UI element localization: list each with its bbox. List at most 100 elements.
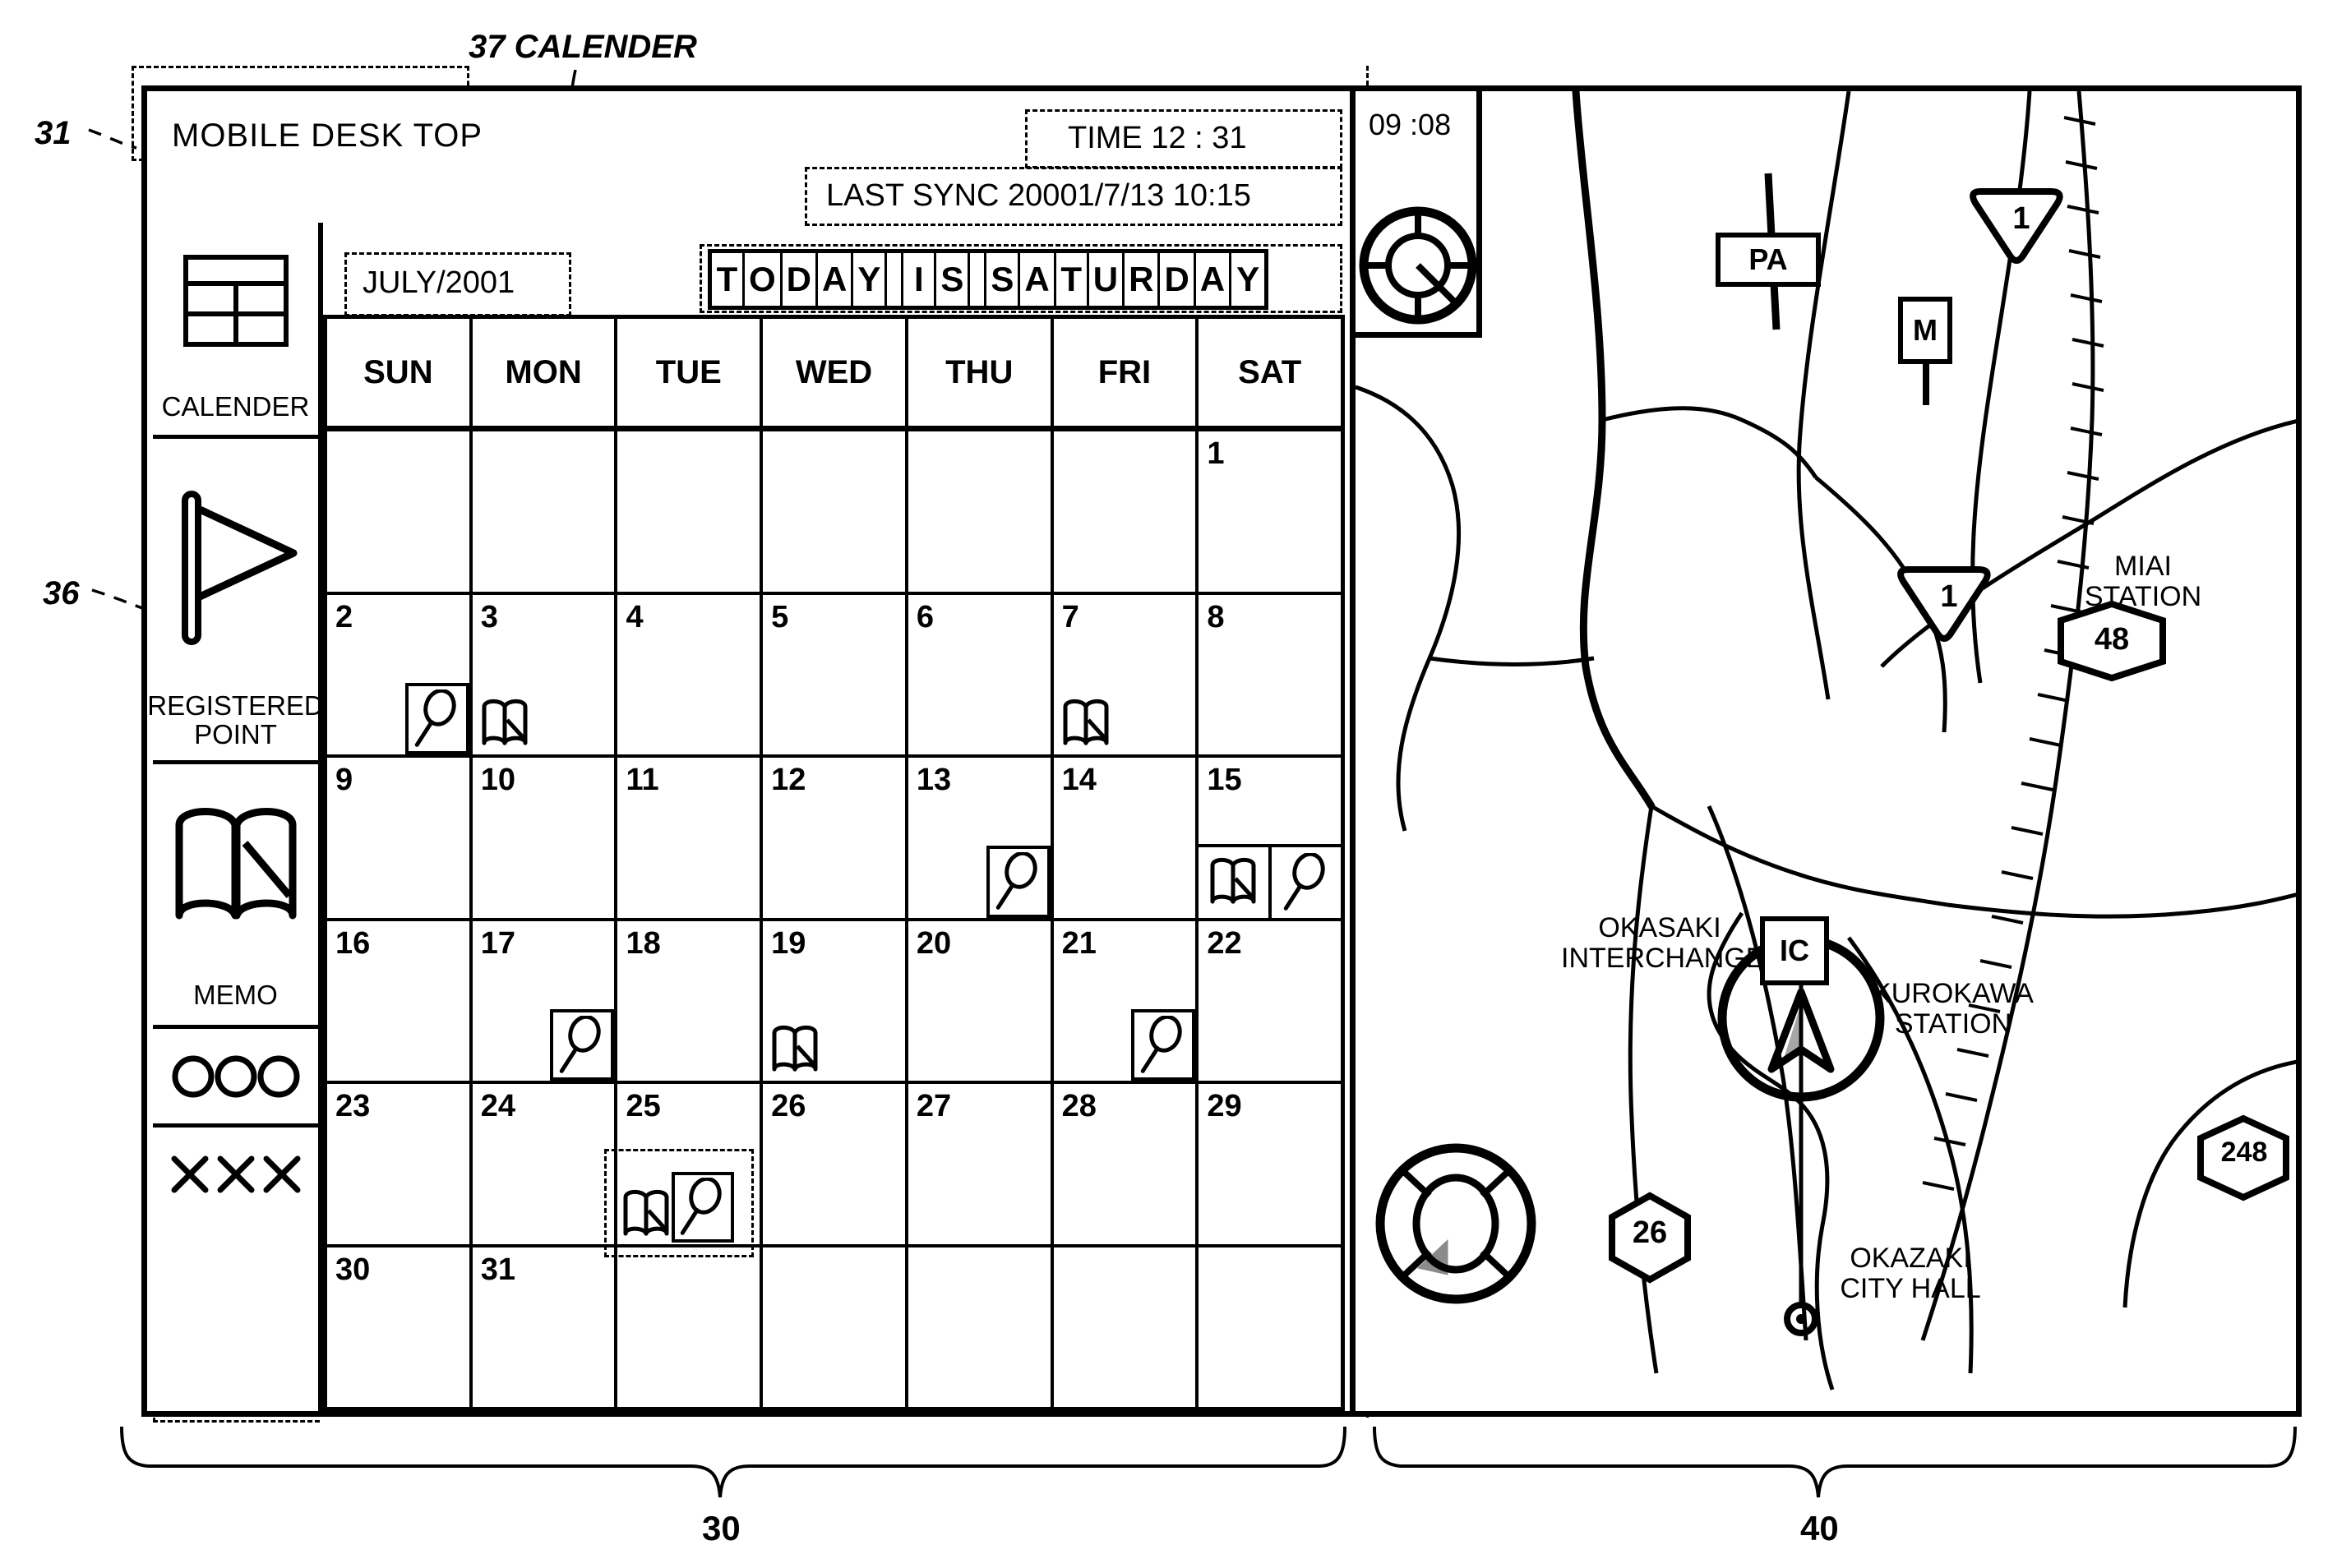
today-banner-char-13: R <box>1125 253 1161 306</box>
calendar-day-cell-23[interactable]: 23 <box>327 1084 473 1244</box>
calendar-week-row: 9 10 11 12 13 14 15 <box>327 758 1342 921</box>
map-pane[interactable]: 09 :08 PA M IC OKASAKI INTERCHANGE KUROK… <box>1356 91 2302 1411</box>
today-banner-char-10: A <box>1020 253 1056 306</box>
sidebar-item-registered-point[interactable] <box>153 435 318 681</box>
day-icon-flag-pennant-icon[interactable] <box>1131 1008 1196 1081</box>
calendar-day-cell-empty <box>908 1247 1054 1407</box>
calendar-day-cell-25[interactable]: 25 <box>604 1084 764 1257</box>
flag-pennant-icon <box>995 852 1037 911</box>
sidebar-item-circles[interactable] <box>153 1025 318 1123</box>
calendar-day-cell-12[interactable]: 12 <box>763 758 908 918</box>
sidebar-item-label-calender: CALENDER <box>161 390 310 422</box>
sidebar-label-memo-wrap: MEMO <box>153 966 318 1025</box>
day25-icon-group[interactable] <box>621 1172 735 1243</box>
calendar-day-cell-10[interactable]: 10 <box>473 758 618 918</box>
day-icon-group[interactable] <box>1131 1008 1196 1081</box>
today-banner-char-1: O <box>745 253 783 306</box>
calender-area[interactable]: SUN MON TUE WED THU FRI SAT 12 3 4567 8 9 10 11 12… <box>323 315 1345 1411</box>
calendar-day-cell-6[interactable]: 6 <box>908 594 1054 754</box>
calendar-day-cell-21[interactable]: 21 <box>1054 920 1199 1081</box>
day15-icon-group[interactable] <box>1199 843 1342 918</box>
calendar-week-row: 16 17 18 19 20 21 22 <box>327 920 1341 1084</box>
miai-station-label: MIAI STATION <box>2061 551 2225 611</box>
day-icon-open-book-memo-icon[interactable] <box>769 1022 820 1077</box>
day-icon-open-book-memo-icon[interactable] <box>1060 695 1111 751</box>
calendar-day-number: 20 <box>916 925 952 961</box>
route-shield-1-lower-label: 1 <box>1940 579 1958 614</box>
calendar-weekday-fri: FRI <box>1054 319 1199 426</box>
day-icon-flag-pennant-icon[interactable] <box>672 1172 735 1243</box>
ic-sign[interactable]: IC <box>1760 916 1829 985</box>
day-icon-open-book-memo-icon[interactable] <box>479 695 530 751</box>
day-icon-open-book-memo-icon[interactable] <box>1199 846 1272 918</box>
calendar-week-row: 30 31 <box>327 1247 1341 1407</box>
day-icon-flag-pennant-icon[interactable] <box>404 682 469 754</box>
calendar-day-cell-3[interactable]: 3 <box>473 594 618 754</box>
m-sign[interactable]: M <box>1898 297 1952 364</box>
calendar-weekday-sat: SAT <box>1238 353 1302 390</box>
calendar-day-number: 4 <box>626 599 644 634</box>
leader-31: 31 <box>35 115 72 151</box>
calendar-day-cell-17[interactable]: 17 <box>473 920 618 1081</box>
calendar-day-cell-20[interactable]: 20 <box>908 920 1054 1081</box>
calendar-day-cell-31[interactable]: 31 <box>473 1247 618 1407</box>
calendar-day-number: 21 <box>1061 925 1097 961</box>
leader-37-calender: 37 CALENDER <box>469 29 697 65</box>
month-label[interactable]: JULY/2001 <box>363 265 515 301</box>
calendar-day-cell-18[interactable]: 18 <box>617 920 764 1081</box>
calendar-day-cell-2[interactable]: 2 <box>327 594 473 754</box>
day-icon-group[interactable] <box>1060 695 1111 751</box>
calendar-day-cell-1[interactable]: 1 <box>1199 431 1341 592</box>
calendar-day-cell-5[interactable]: 5 <box>763 594 908 754</box>
day-icon-flag-pennant-icon[interactable] <box>1272 847 1341 918</box>
calendar-day-cell-4[interactable]: 4 <box>617 594 764 754</box>
day-icon-flag-pennant-icon[interactable] <box>986 846 1051 918</box>
m-sign-label: M <box>1913 313 1938 347</box>
calendar-week-row: 1 <box>327 431 1341 595</box>
sidebar-label-calender-wrap: CALENDER <box>153 379 318 435</box>
sidebar-item-memo[interactable] <box>153 760 318 966</box>
route-shield-26-label: 26 <box>1632 1215 1668 1250</box>
calendar-day-cell-19[interactable]: 19 <box>763 920 908 1081</box>
calendar-week-row: 2 3 4 5 6 7 8 <box>327 594 1341 758</box>
calendar-day-cell-27[interactable]: 27 <box>908 1084 1054 1244</box>
calendar-day-cell-14[interactable]: 14 <box>1054 758 1199 918</box>
day-icon-group[interactable] <box>404 682 469 754</box>
calendar-day-cell-empty <box>327 431 473 592</box>
calendar-day-cell-11[interactable]: 11 <box>617 758 764 918</box>
okasaki-interchange-label: OKASAKI INTERCHANGE <box>1561 913 1764 973</box>
calendar-grid-icon <box>182 255 289 347</box>
calendar-day-cell-8[interactable]: 8 <box>1199 595 1341 755</box>
calendar-day-cell-13[interactable]: 13 <box>908 758 1054 918</box>
nav-hud-panel: 09 :08 <box>1356 91 1482 338</box>
calendar-weekday-header: SUN MON TUE WED THU FRI SAT <box>327 319 1341 431</box>
sidebar-item-calender[interactable] <box>153 223 318 379</box>
day-icon-group[interactable] <box>769 1022 820 1077</box>
calendar-day-cell-empty <box>617 1247 764 1407</box>
day-icon-group[interactable] <box>986 846 1051 918</box>
calendar-day-cell-16[interactable]: 16 <box>327 920 473 1081</box>
calendar-day-cell-15[interactable]: 15 <box>1199 758 1342 918</box>
calendar-day-cell-24[interactable]: 24 <box>473 1084 618 1244</box>
today-banner-char-9: S <box>986 253 1021 306</box>
calendar-day-cell-7[interactable]: 7 <box>1054 594 1199 754</box>
day-icon-flag-pennant-icon[interactable] <box>550 1008 615 1081</box>
day-icon-open-book-memo-icon[interactable] <box>621 1186 672 1242</box>
today-banner-char-5 <box>887 253 904 306</box>
calendar-day-cell-30[interactable]: 30 <box>327 1247 473 1407</box>
calendar-weekday-wed: WED <box>763 319 908 426</box>
calendar-day-cell-29[interactable]: 29 <box>1199 1084 1341 1244</box>
calendar-day-cell-26[interactable]: 26 <box>763 1084 908 1244</box>
pa-sign[interactable]: PA <box>1716 233 1821 287</box>
sidebar-item-crosses[interactable] <box>153 1123 318 1219</box>
calendar-day-cell-22[interactable]: 22 <box>1199 921 1341 1081</box>
day-icon-group[interactable] <box>550 1008 615 1081</box>
calendar-day-cell-9[interactable]: 9 <box>327 758 473 918</box>
calendar-day-number: 6 <box>916 599 935 634</box>
calendar-day-cell-28[interactable]: 28 <box>1054 1084 1199 1244</box>
calendar-day-number: 14 <box>1061 763 1097 797</box>
route-shield-48-label: 48 <box>2094 622 2130 657</box>
map-canvas[interactable] <box>1356 91 2302 1411</box>
day-icon-group[interactable] <box>479 695 530 751</box>
time-display: TIME 12 : 31 <box>1068 121 1247 155</box>
